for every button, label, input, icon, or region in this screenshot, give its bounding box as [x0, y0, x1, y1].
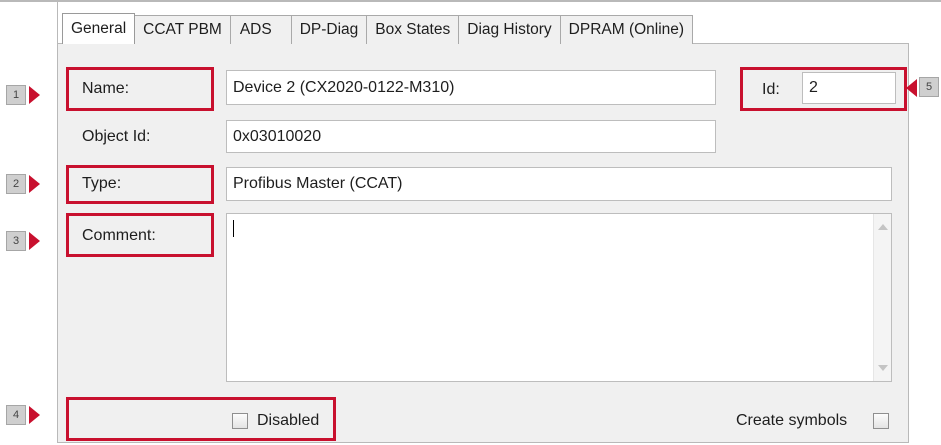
tab-ads[interactable]: ADS — [229, 15, 292, 44]
name-field[interactable]: Device 2 (CX2020-0122-M310) — [226, 70, 716, 105]
highlight-comment — [66, 213, 214, 257]
object-id-field[interactable]: 0x03010020 — [226, 120, 716, 153]
comment-textarea[interactable] — [226, 213, 892, 382]
highlight-id — [740, 67, 907, 111]
type-field[interactable]: Profibus Master (CCAT) — [226, 167, 892, 201]
scroll-down-arrow-icon[interactable] — [878, 365, 888, 371]
create-symbols-label: Create symbols — [736, 412, 848, 429]
tab-dp-diag[interactable]: DP-Diag — [290, 15, 368, 44]
tab-diag-history[interactable]: Diag History — [458, 15, 561, 44]
callout-arrow-icon — [29, 232, 40, 250]
tab-strip: General CCAT PBM ADS DP-Diag Box States … — [62, 13, 694, 44]
text-caret — [233, 220, 234, 237]
create-symbols-checkbox[interactable] — [873, 413, 889, 429]
tab-box-states[interactable]: Box States — [366, 15, 460, 44]
comment-scrollbar[interactable] — [873, 214, 891, 381]
tab-general[interactable]: General — [62, 13, 136, 44]
callout-badge-2: 2 — [6, 174, 26, 194]
callout-arrow-icon — [29, 406, 40, 424]
highlight-type — [66, 165, 214, 204]
callout-badge-4: 4 — [6, 405, 26, 425]
callout-arrow-icon — [29, 175, 40, 193]
tab-dpram-online[interactable]: DPRAM (Online) — [559, 15, 694, 44]
callout-arrow-icon — [29, 86, 40, 104]
tab-ccat-pbm[interactable]: CCAT PBM — [134, 15, 231, 44]
callout-arrow-icon — [906, 79, 917, 97]
outer-frame-left — [57, 0, 58, 43]
object-id-label: Object Id: — [82, 128, 151, 145]
outer-frame-top — [0, 0, 941, 2]
callout-badge-5: 5 — [919, 77, 939, 97]
highlight-name — [66, 67, 214, 111]
highlight-disabled — [66, 397, 336, 441]
scroll-up-arrow-icon[interactable] — [878, 224, 888, 230]
callout-badge-1: 1 — [6, 85, 26, 105]
callout-badge-3: 3 — [6, 231, 26, 251]
